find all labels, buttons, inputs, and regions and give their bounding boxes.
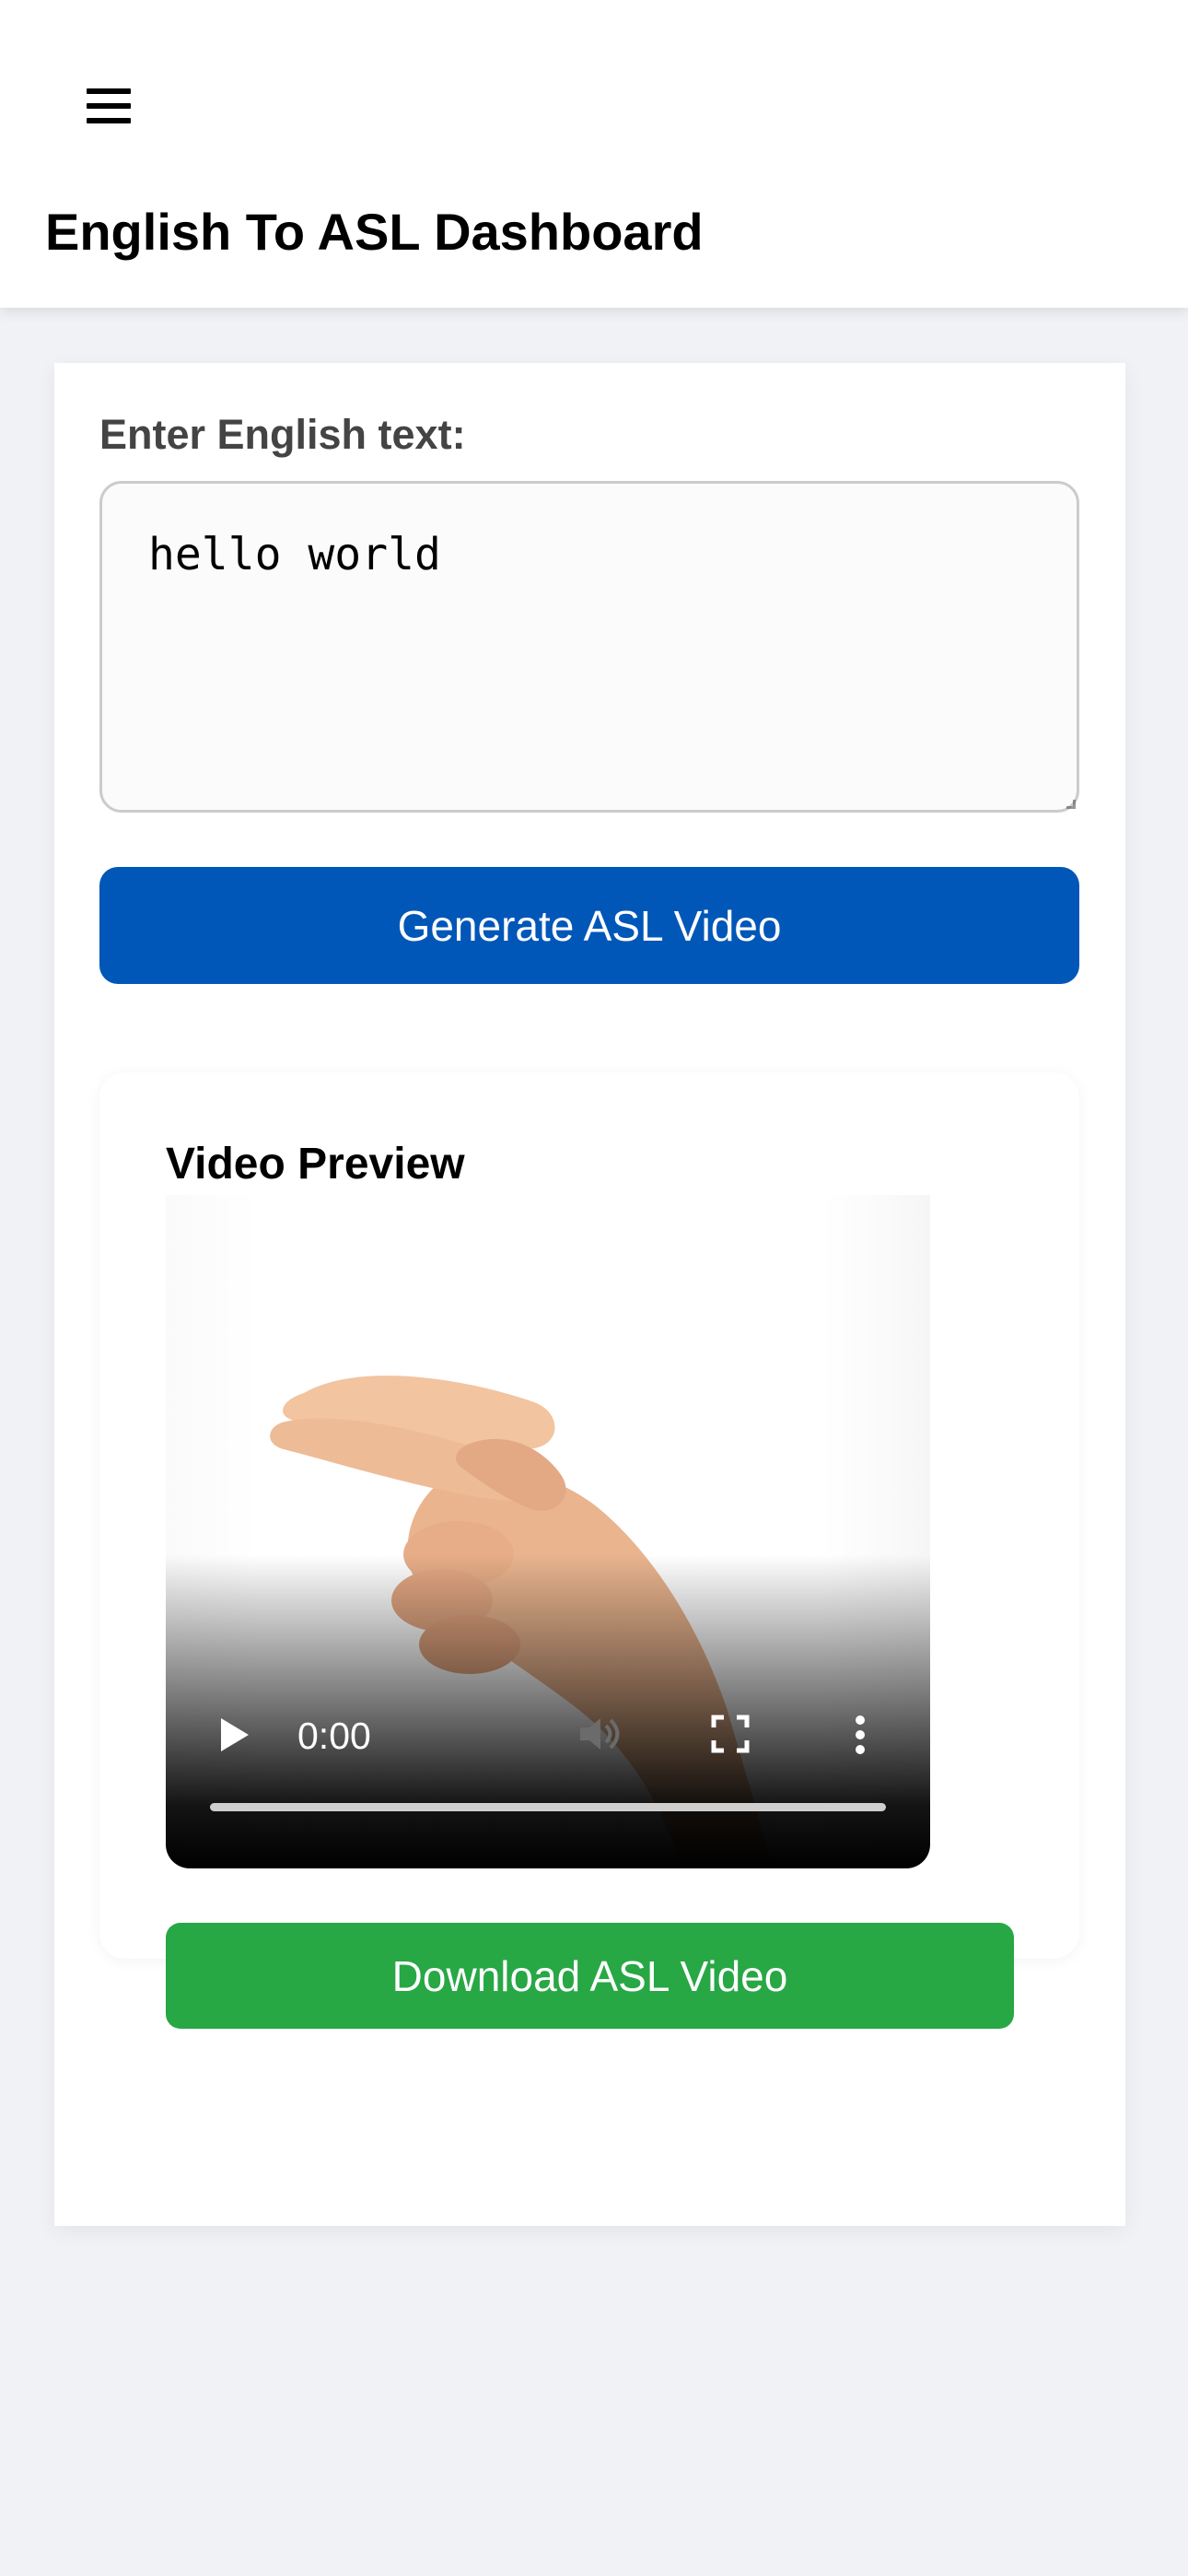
english-text-input[interactable]: hello world (99, 481, 1079, 813)
top-bar: English To ASL Dashboard (0, 0, 1188, 308)
video-player[interactable]: 0:00 (166, 1195, 930, 1868)
fullscreen-icon[interactable] (711, 1715, 750, 1753)
download-asl-video-button[interactable]: Download ASL Video (166, 1923, 1014, 2029)
play-icon[interactable] (221, 1718, 249, 1751)
video-preview-title: Video Preview (166, 1140, 465, 1188)
volume-muted-icon[interactable] (575, 1711, 621, 1757)
more-options-icon[interactable] (855, 1715, 866, 1755)
english-text-label: Enter English text: (99, 411, 466, 458)
generate-asl-video-button[interactable]: Generate ASL Video (99, 867, 1079, 984)
hamburger-menu-icon[interactable] (87, 88, 131, 123)
video-controls-overlay (166, 1554, 930, 1868)
video-progress-bar[interactable] (210, 1803, 886, 1811)
video-current-time: 0:00 (297, 1715, 371, 1757)
resize-grip-icon[interactable] (1066, 800, 1076, 809)
page-title: English To ASL Dashboard (45, 203, 704, 261)
